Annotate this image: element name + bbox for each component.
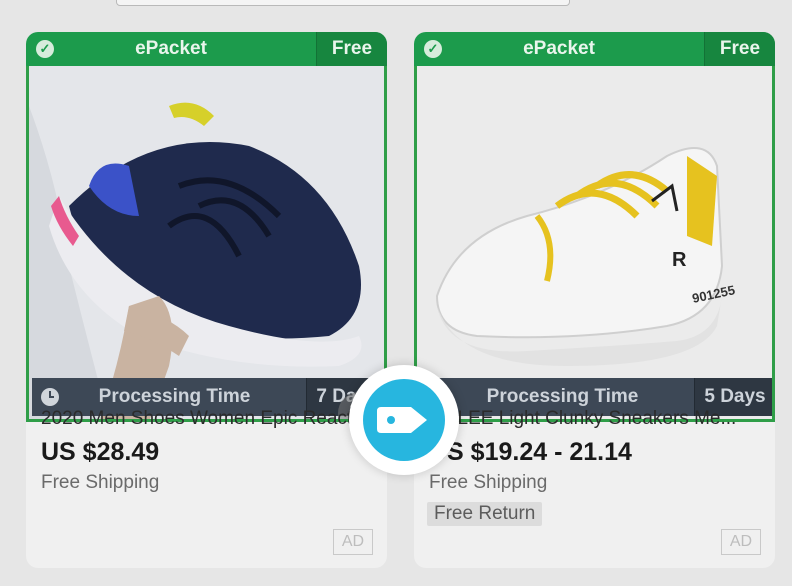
product-photo-white-sneaker: R 901255 <box>417 66 772 419</box>
shipping-cost: Free <box>704 32 775 66</box>
product-title[interactable]: ODLEE Light Clunky Sneakers Me... <box>429 408 759 430</box>
ad-badge: AD <box>333 529 373 555</box>
product-photo-blue-sneaker <box>29 66 384 419</box>
product-title[interactable]: 2020 Men Shoes Women Epic React <box>41 408 371 430</box>
shipping-method: ePacket <box>523 38 595 59</box>
svg-text:R: R <box>672 249 687 271</box>
ad-badge: AD <box>721 529 761 555</box>
product-image[interactable]: R 901255 Processing Time 5 Days <box>414 66 775 422</box>
shipping-banner: ✓ ePacket Free <box>26 32 387 66</box>
shipping-banner: ✓ ePacket Free <box>414 32 775 66</box>
shipping-cost: Free <box>316 32 387 66</box>
shipping-note: Free Shipping <box>429 472 548 493</box>
shipping-method: ePacket <box>135 38 207 59</box>
price-tag-button[interactable] <box>349 365 459 475</box>
product-image[interactable]: Processing Time 7 Days ♡ <box>26 66 387 422</box>
shipping-note: Free Shipping <box>41 472 160 493</box>
product-card-2[interactable]: ✓ ePacket Free R 901255 Processing Time … <box>414 32 775 568</box>
search-bar[interactable] <box>116 0 570 6</box>
free-return-badge: Free Return <box>427 502 543 526</box>
price-tag-icon <box>377 407 427 433</box>
product-card-1[interactable]: ✓ ePacket Free Processing Time 7 Days ♡ … <box>26 32 387 568</box>
product-price: US $28.49 <box>41 438 160 466</box>
product-price: US $19.24 - 21.14 <box>429 438 632 466</box>
